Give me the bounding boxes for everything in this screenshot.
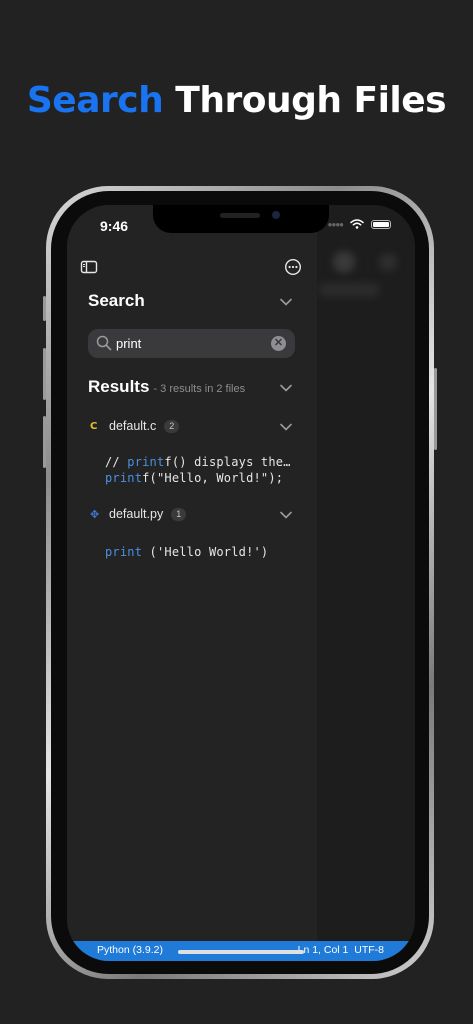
device-notch [153,205,329,233]
match-highlight: print [127,455,165,469]
headline: Search Through Files [0,80,473,121]
more-options-icon[interactable] [284,258,302,276]
file-name: default.c [109,419,157,433]
search-result-line[interactable]: // printf() displays the… [105,455,291,469]
search-result-line[interactable]: print ('Hello World!') [105,545,268,559]
code-text: // [105,455,128,469]
chevron-down-icon[interactable] [280,298,292,306]
status-time: 9:46 [100,218,129,234]
editor-status-bar: Python (3.9.2) Ln 1, Col 1 UTF-8 [67,941,415,961]
chevron-down-icon[interactable] [280,511,292,519]
results-summary: - 3 results in 2 files [153,383,246,395]
sidebar: Search ✕ Results- 3 results in 2 files C… [67,205,317,961]
language-indicator[interactable]: Python (3.9.2) [97,944,163,956]
home-indicator[interactable] [178,950,304,954]
file-name: default.py [109,507,164,521]
results-title: Results [88,377,150,396]
battery-icon [371,219,391,229]
volume-down-button [43,416,46,468]
code-text: f() displays the… [164,455,291,469]
search-field[interactable]: ✕ [88,329,295,358]
status-icons: ●●●● [328,219,391,229]
result-file-row[interactable]: C default.c 2 [90,416,180,436]
match-highlight: print [105,471,143,485]
c-file-icon: C [90,420,98,432]
speaker-grille [220,213,260,218]
search-input[interactable] [116,334,266,353]
power-button [434,368,437,450]
cursor-encoding-indicator[interactable]: Ln 1, Col 1 UTF-8 [298,944,384,956]
match-count-badge: 2 [164,419,180,433]
results-section-title: Results - 3 results in 2 files [88,377,245,397]
blurred-toolbar-icon [333,251,355,273]
mute-switch [43,296,46,321]
clear-search-icon[interactable]: ✕ [271,336,286,351]
headline-accent: Search [26,80,164,121]
cursor-position: Ln 1, Col 1 [297,944,349,956]
search-result-line[interactable]: printf("Hello, World!"); [105,471,283,485]
blurred-toolbar-icon [379,253,397,271]
headline-rest: Through Files [175,80,447,121]
python-file-icon: ✥ [90,508,100,521]
cellular-signal-icon: ●●●● [327,219,344,229]
wifi-icon [350,219,364,229]
volume-up-button [43,348,46,400]
front-camera [272,211,280,219]
match-count-badge: 1 [171,507,187,521]
chevron-down-icon[interactable] [280,423,292,431]
code-text: ('Hello World!') [142,545,269,559]
code-text: f("Hello, World!"); [142,471,284,485]
app-screen: Search ✕ Results- 3 results in 2 files C… [67,205,415,961]
chevron-down-icon[interactable] [280,384,292,392]
file-encoding: UTF-8 [354,944,384,956]
search-icon [96,335,112,351]
match-highlight: print [105,545,143,559]
result-file-row[interactable]: ✥ default.py 1 [90,504,187,524]
search-section-title: Search [88,291,145,310]
blurred-tab [319,283,379,297]
sidebar-toggle-icon[interactable] [80,258,98,276]
editor-area[interactable] [317,205,415,961]
